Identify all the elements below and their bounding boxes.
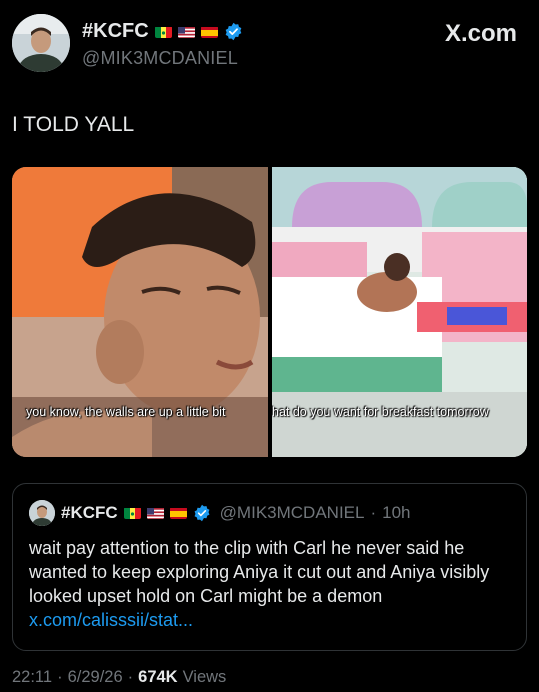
quoted-author-avatar[interactable] (29, 500, 55, 526)
quoted-tweet-body: wait pay attention to the clip with Carl… (29, 538, 490, 606)
author-avatar[interactable] (12, 14, 70, 72)
quoted-tweet-text: wait pay attention to the clip with Carl… (29, 536, 509, 632)
spain-flag-icon (200, 26, 218, 38)
media-image-right[interactable]: hat do you want for breakfast tomorrow (272, 167, 527, 457)
verified-badge-icon (193, 504, 212, 523)
tweet-text: I TOLD YALL (12, 113, 135, 136)
site-watermark: X.com (444, 20, 517, 47)
quoted-timestamp[interactable]: 10h (382, 503, 410, 523)
quoted-tweet-header: #KCFC @MIK3MCDANIEL · 10h (29, 500, 411, 526)
media-right-caption: hat do you want for breakfast tomorrow (272, 405, 489, 419)
spain-flag-icon (169, 507, 187, 519)
post-time[interactable]: 22:11 (12, 668, 52, 687)
usa-flag-icon (177, 26, 195, 38)
views-count[interactable]: 674K (138, 668, 177, 687)
meta-separator: · (127, 668, 134, 686)
meta-separator: · (57, 668, 63, 686)
tweet-media[interactable]: you know, the walls are up a little bit … (12, 167, 527, 457)
quoted-separator: · (370, 503, 377, 522)
senegal-flag-icon (123, 507, 141, 519)
verified-badge-icon (224, 22, 243, 41)
media-left-caption: you know, the walls are up a little bit (26, 405, 226, 419)
author-name-row: #KCFC (82, 20, 243, 43)
quoted-author-handle[interactable]: @MIK3MCDANIEL (220, 503, 365, 523)
quoted-author-name[interactable]: #KCFC (61, 503, 118, 523)
usa-flag-icon (146, 507, 164, 519)
senegal-flag-icon (154, 26, 172, 38)
tweet-meta: 22:11 · 6/29/26 · 674K Views (12, 668, 226, 687)
author-display-name[interactable]: #KCFC (82, 20, 149, 43)
quoted-tweet-link[interactable]: x.com/calisssii/stat... (29, 610, 193, 630)
author-handle[interactable]: @MIK3MCDANIEL (82, 48, 238, 69)
views-label: Views (182, 668, 227, 686)
media-image-left[interactable]: you know, the walls are up a little bit (12, 167, 268, 457)
post-date[interactable]: 6/29/26 (68, 668, 123, 687)
quoted-tweet[interactable]: #KCFC @MIK3MCDANIEL · 10h wait pay atten… (12, 483, 527, 651)
